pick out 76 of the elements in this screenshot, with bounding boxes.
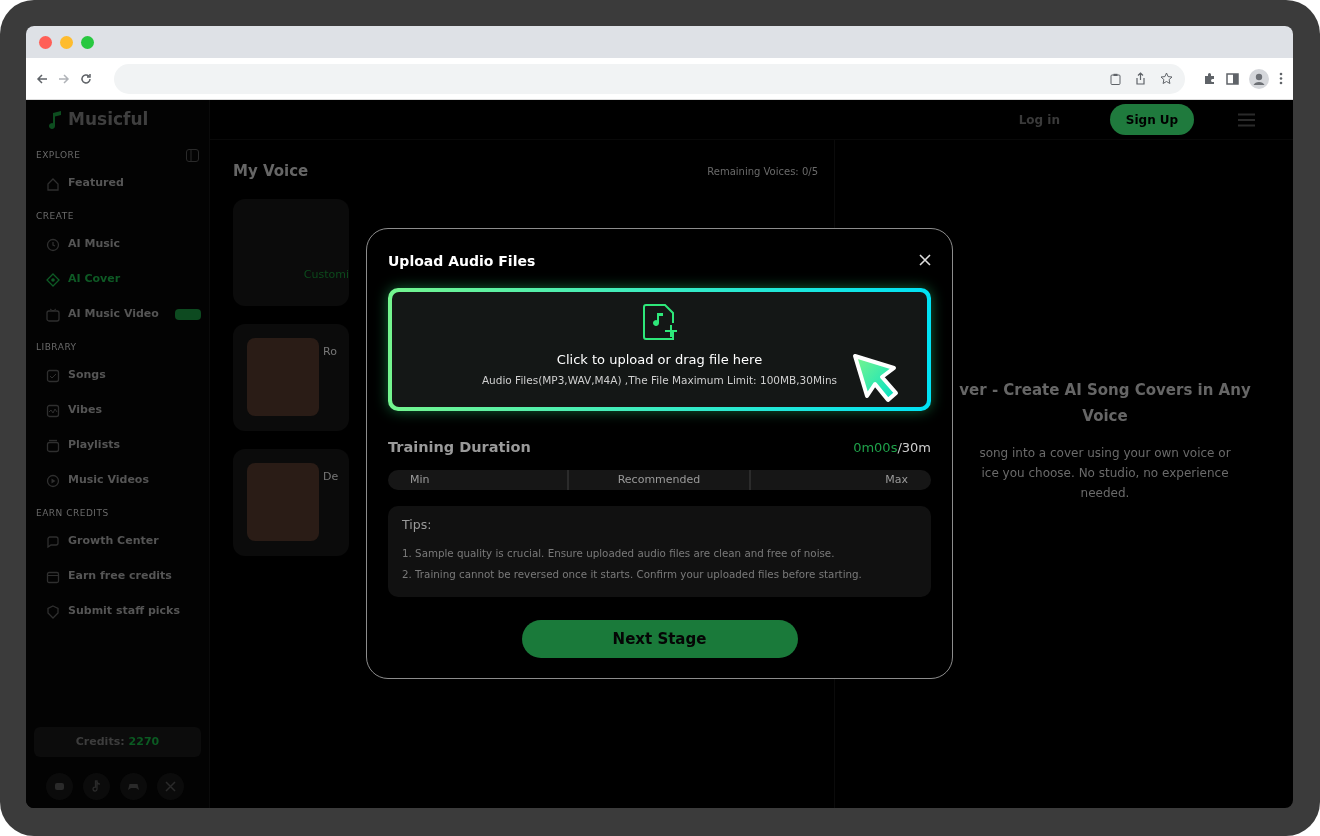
logo-text: Musicful (68, 108, 149, 132)
forward-icon[interactable] (58, 72, 70, 85)
upload-hint: Audio Files(MP3,WAV,M4A) ,The File Maximum Limit: 100MB,30Mins (481, 372, 838, 388)
sidebar-item[interactable]: Vibes (34, 393, 201, 428)
side-panel-icon[interactable] (1226, 72, 1239, 85)
voice-name: De (323, 468, 339, 485)
scale-label: Max (885, 472, 908, 489)
section-heading: LIBRARY (36, 340, 77, 354)
remaining-voices-text: Remaining Voices: 0/5 (707, 164, 818, 179)
signup-button[interactable]: Sign Up (1110, 104, 1194, 135)
clock-icon (46, 237, 60, 252)
credits-value: 2270 (128, 733, 160, 750)
sidebar-item[interactable]: Songs (34, 358, 201, 393)
hero-description: song into a cover using your own voice or ice you choose. No studio, no experience needed. (978, 445, 1232, 502)
star-icon[interactable] (1160, 72, 1173, 85)
login-link[interactable]: Log in (1012, 109, 1066, 130)
section-heading: CREATE (36, 209, 74, 223)
sidebar-item[interactable]: Featured (34, 166, 201, 201)
x-letter-icon (163, 779, 178, 794)
stack-icon (46, 438, 60, 453)
section-heading: EXPLORE (36, 148, 81, 162)
puzzle-icon[interactable] (1203, 72, 1216, 85)
tip-text: 1. Sample quality is crucial. Ensure uploaded audio files are clean and free of noise. (402, 546, 836, 561)
custom-voice-label: Customi (303, 267, 349, 283)
more-icon[interactable] (1279, 72, 1283, 85)
dialog-title: Upload Audio Files (388, 252, 536, 271)
section-heading: EARN CREDITS (36, 506, 109, 520)
chat-icon (46, 534, 60, 549)
duration-reading: 0m00s/30m (853, 438, 931, 457)
music-file-add-icon (641, 303, 678, 342)
sidebar-item[interactable]: Earn free credits (34, 559, 201, 594)
menu-icon[interactable] (1238, 112, 1255, 127)
scale-label: Recommended (617, 472, 701, 489)
close-icon (919, 254, 931, 266)
profile-icon[interactable] (1249, 68, 1269, 89)
social-button[interactable] (157, 773, 184, 800)
badge-icon (46, 604, 60, 619)
duration-label: Training Duration (388, 437, 531, 457)
sidebar-item[interactable]: Submit staff picks (34, 594, 201, 629)
upload-dropzone[interactable]: Click to upload or drag file here Audio Files(MP3,WAV,M4A) ,The File Maximum Limit: 100MB,30Mins (388, 288, 931, 411)
custom-voice-card[interactable]: Customi (233, 198, 349, 306)
home-icon (46, 176, 60, 191)
next-stage-button[interactable]: Next Stage (521, 620, 798, 658)
upload-title: Click to upload or drag file here (556, 351, 763, 370)
reload-icon[interactable] (80, 72, 92, 85)
voice-card[interactable]: De (233, 448, 349, 556)
sidebar-item[interactable]: Growth Center (34, 524, 201, 559)
collapse-icon[interactable] (186, 149, 199, 162)
diamond-icon (46, 272, 60, 287)
checklist-icon (46, 368, 60, 383)
page-title: My Voice (233, 161, 309, 182)
tips-title: Tips: (402, 516, 433, 535)
close-window-dot[interactable] (39, 35, 52, 49)
voice-card[interactable]: Ro (233, 323, 349, 431)
sidebar-item[interactable]: AI Music Video (34, 297, 201, 332)
tip-text: 2. Training cannot be reversed once it starts. Confirm your uploaded files before starting. (402, 567, 863, 582)
clipboard-icon[interactable] (1110, 72, 1121, 85)
tv-icon (46, 307, 60, 322)
social-button[interactable] (120, 773, 147, 800)
sidebar-item[interactable]: AI Cover (34, 262, 201, 297)
sidebar-item[interactable]: AI Music (34, 227, 201, 262)
note-logo-icon (48, 110, 62, 130)
sidebar-item[interactable]: Playlists (34, 428, 201, 463)
social-button[interactable] (46, 773, 73, 800)
play-circle-icon (46, 473, 60, 488)
sidebar-item[interactable]: Music Videos (34, 463, 201, 498)
back-icon[interactable] (36, 72, 48, 85)
voice-name: Ro (323, 343, 337, 360)
wave-square-icon (46, 403, 60, 418)
scale-label: Min (410, 472, 430, 489)
minimize-window-dot[interactable] (60, 35, 73, 49)
maximize-window-dot[interactable] (81, 35, 94, 49)
hero-heading: ver - Create AI Song Covers in Any Voice (958, 380, 1252, 427)
share-icon[interactable] (1135, 72, 1146, 85)
social-button[interactable] (83, 773, 110, 800)
calendar-icon (46, 569, 60, 584)
